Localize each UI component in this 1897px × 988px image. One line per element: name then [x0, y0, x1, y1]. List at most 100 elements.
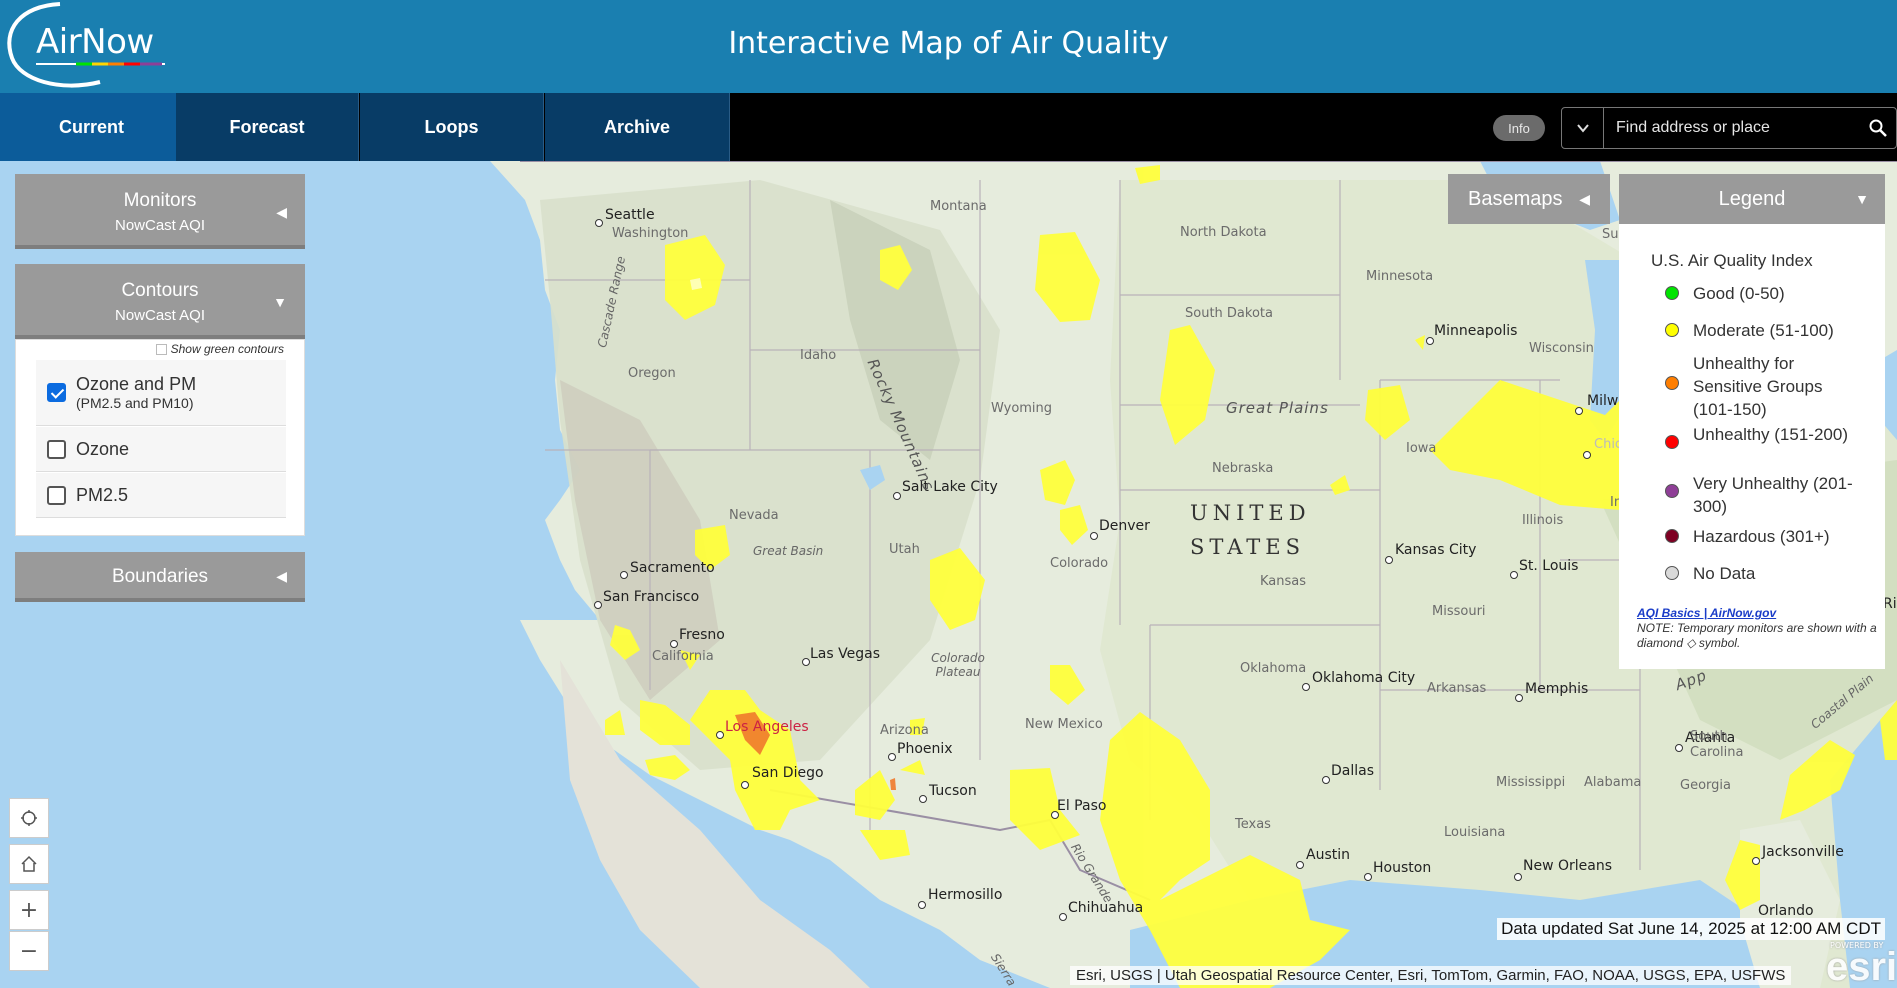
city-marker[interactable]	[893, 492, 901, 500]
legend-panel: U.S. Air Quality Index Good (0-50) Moder…	[1619, 224, 1885, 669]
city-label: Tucson	[929, 783, 977, 799]
show-green-contours-toggle[interactable]: Show green contours	[155, 342, 284, 356]
layer-ozone[interactable]: Ozone	[36, 427, 286, 472]
city-marker[interactable]	[1364, 873, 1372, 881]
state-label: Wyoming	[991, 401, 1053, 416]
info-button[interactable]: Info	[1493, 115, 1545, 141]
city-label: Seattle	[605, 207, 655, 223]
city-marker[interactable]	[1752, 857, 1760, 865]
state-label: Texas	[1235, 817, 1271, 832]
city-marker[interactable]	[716, 731, 724, 739]
state-label: Montana	[930, 199, 987, 214]
city-label: Denver	[1099, 518, 1150, 534]
layer-ozone-checkbox[interactable]	[47, 439, 66, 459]
legend-item: Good (0-50)	[1665, 282, 1853, 305]
feature-label: Great Basin	[753, 544, 824, 558]
state-label: South Dakota	[1185, 306, 1273, 321]
city-marker[interactable]	[741, 781, 749, 789]
city-marker[interactable]	[919, 795, 927, 803]
city-label: Jacksonville	[1762, 844, 1844, 860]
state-label: Colorado	[1050, 556, 1109, 571]
city-label: Orlando	[1758, 903, 1814, 919]
city-marker[interactable]	[1583, 451, 1591, 459]
aqi-basics-link[interactable]: AQI Basics | AirNow.gov	[1637, 606, 1776, 620]
tab-archive[interactable]: Archive	[545, 93, 730, 161]
city-marker[interactable]	[1090, 532, 1098, 540]
layer-ozone-pm-checkbox[interactable]	[47, 383, 66, 402]
city-marker[interactable]	[1510, 571, 1518, 579]
tab-current[interactable]: Current	[0, 93, 184, 161]
contours-panel-body: Show green contours Ozone and PM (PM2.5 …	[15, 339, 305, 536]
map-attribution: Esri, USGS | Utah Geospatial Resource Ce…	[1070, 966, 1792, 985]
layer-ozone-pm[interactable]: Ozone and PM (PM2.5 and PM10)	[36, 360, 286, 426]
city-marker[interactable]	[802, 658, 810, 666]
state-label: Arizona	[880, 723, 929, 738]
zoom-in-button[interactable]: +	[9, 890, 49, 930]
green-contours-checkbox[interactable]	[155, 343, 167, 355]
city-marker[interactable]	[1575, 407, 1583, 415]
layer-pm25[interactable]: PM2.5	[36, 473, 286, 518]
state-label: Kansas	[1260, 574, 1307, 589]
city-marker[interactable]	[1426, 337, 1434, 345]
boundaries-title: Boundaries	[111, 566, 209, 587]
legend-label: Very Unhealthy (201-300)	[1693, 474, 1853, 516]
layer-sublabel: (PM2.5 and PM10)	[76, 395, 194, 411]
legend-swatch	[1665, 323, 1679, 337]
city-marker[interactable]	[670, 640, 678, 648]
esri-logo[interactable]: esri	[1826, 945, 1897, 988]
city-label: Austin	[1306, 847, 1350, 863]
city-marker[interactable]	[1302, 683, 1310, 691]
city-marker[interactable]	[1675, 744, 1683, 752]
collapse-left-icon: ◀	[276, 568, 287, 584]
city-marker[interactable]	[888, 753, 896, 761]
collapse-left-icon: ◀	[276, 204, 287, 220]
tab-loops[interactable]: Loops	[360, 93, 544, 161]
state-label: Georgia	[1680, 778, 1731, 793]
city-label: Oklahoma City	[1312, 670, 1416, 686]
city-marker[interactable]	[1515, 694, 1523, 702]
city-marker[interactable]	[594, 601, 602, 609]
legend-item: Unhealthy for Sensitive Groups (101-150)	[1665, 352, 1853, 421]
contours-panel-header[interactable]: Contours NowCast AQI ▼	[15, 264, 305, 339]
legend-header[interactable]: Legend ▼	[1619, 174, 1885, 224]
state-label: Alabama	[1584, 775, 1642, 790]
home-icon	[21, 855, 37, 872]
legend-item: Very Unhealthy (201-300)	[1665, 472, 1853, 518]
expand-down-icon: ▼	[273, 294, 287, 310]
minus-icon: −	[19, 938, 39, 964]
plus-icon: +	[19, 897, 39, 923]
feature-label: Colorado Plateau	[931, 651, 985, 679]
legend-header-label: Legend	[1718, 187, 1786, 210]
legend-item: No Data	[1665, 562, 1853, 585]
page-title: Interactive Map of Air Quality	[728, 26, 1169, 61]
city-marker[interactable]	[918, 901, 926, 909]
home-button[interactable]	[9, 844, 49, 884]
zoom-out-button[interactable]: −	[9, 931, 49, 971]
city-marker[interactable]	[1059, 913, 1067, 921]
monitors-panel-header[interactable]: Monitors NowCast AQI ◀	[15, 174, 305, 249]
search-input[interactable]	[1606, 108, 1850, 148]
city-marker[interactable]	[620, 571, 628, 579]
city-marker[interactable]	[595, 219, 603, 227]
locate-button[interactable]	[9, 798, 49, 838]
city-marker[interactable]	[1514, 873, 1522, 881]
layer-label: Ozone and PM	[76, 374, 197, 394]
tab-forecast[interactable]: Forecast	[176, 93, 359, 161]
country-label: UNITED STATES	[1190, 501, 1311, 559]
monitors-title: Monitors	[123, 190, 197, 211]
legend-label: Hazardous (301+)	[1693, 527, 1830, 546]
city-marker[interactable]	[1296, 861, 1304, 869]
legend-swatch	[1665, 286, 1679, 300]
city-marker[interactable]	[1322, 776, 1330, 784]
search-icon[interactable]	[1868, 118, 1888, 138]
legend-swatch	[1665, 484, 1679, 498]
state-label: Idaho	[800, 348, 837, 363]
legend-swatch	[1665, 376, 1679, 390]
state-label: Mississippi	[1496, 775, 1566, 790]
basemaps-button[interactable]: Basemaps ◀	[1448, 174, 1610, 224]
layer-pm25-checkbox[interactable]	[47, 485, 66, 505]
chevron-down-icon	[1576, 124, 1589, 133]
boundaries-panel-header[interactable]: Boundaries ◀	[15, 552, 305, 602]
contours-subtitle: NowCast AQI	[114, 307, 206, 324]
search-source-dropdown[interactable]	[1562, 108, 1604, 148]
